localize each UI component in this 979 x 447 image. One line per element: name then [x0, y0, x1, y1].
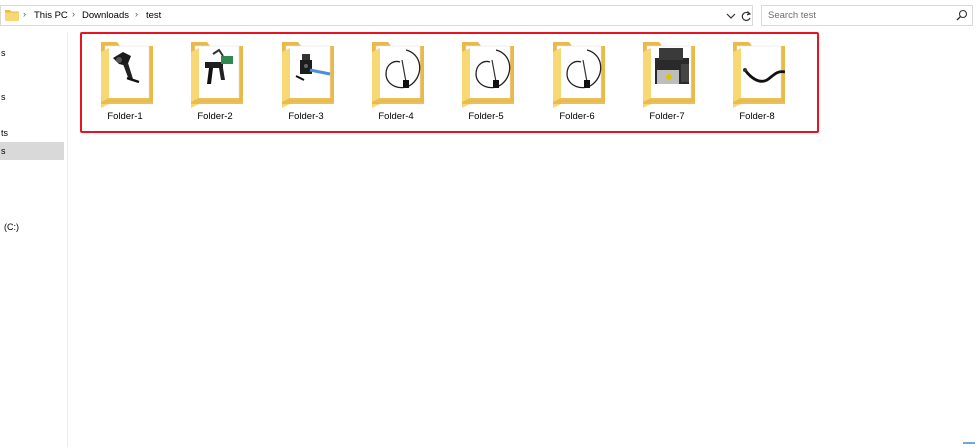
- folder-name-label: Folder-3: [288, 111, 324, 122]
- folder-thumbnail-icon: [101, 42, 153, 108]
- folder-name-label: Folder-5: [468, 111, 504, 122]
- folder-item[interactable]: Folder-1: [90, 40, 160, 128]
- nav-item[interactable]: s: [0, 88, 64, 106]
- folder-thumbnail-icon: [372, 42, 424, 108]
- search-input[interactable]: Search test: [761, 5, 973, 26]
- folder-name-label: Folder-8: [739, 111, 775, 122]
- folder-thumbnail-icon: [733, 42, 785, 108]
- folder-thumbnail-icon: [191, 42, 243, 108]
- chevron-down-icon[interactable]: [725, 9, 737, 23]
- nav-item[interactable]: s: [0, 44, 64, 62]
- folder-item[interactable]: Folder-8: [722, 40, 792, 128]
- search-placeholder: Search test: [768, 10, 817, 21]
- breadcrumb-this-pc[interactable]: This PC: [34, 10, 68, 21]
- folder-name-label: Folder-2: [197, 111, 233, 122]
- navigation-pane[interactable]: s s ts s (C:): [0, 32, 68, 447]
- nav-item[interactable]: ts: [0, 124, 64, 142]
- nav-item-selected[interactable]: s: [0, 142, 64, 160]
- refresh-icon[interactable]: [739, 8, 753, 24]
- folder-thumbnail-icon: [643, 42, 695, 108]
- address-bar[interactable]: › This PC › Downloads › test: [0, 5, 753, 26]
- breadcrumb-test[interactable]: test: [146, 10, 161, 21]
- folder-item[interactable]: Folder-7: [632, 40, 702, 128]
- folder-item[interactable]: Folder-2: [180, 40, 250, 128]
- breadcrumb-separator-icon[interactable]: ›: [72, 9, 75, 19]
- resize-grip: [963, 442, 975, 444]
- folder-name-label: Folder-7: [649, 111, 685, 122]
- folder-item[interactable]: Folder-6: [542, 40, 612, 128]
- folder-item[interactable]: Folder-4: [361, 40, 431, 128]
- folder-thumbnail-icon: [282, 42, 334, 108]
- nav-item-local-disk[interactable]: (C:): [0, 218, 64, 236]
- search-icon[interactable]: [956, 9, 968, 21]
- breadcrumb-separator-icon: ›: [23, 9, 26, 19]
- folder-item[interactable]: Folder-3: [271, 40, 341, 128]
- folder-thumbnail-icon: [462, 42, 514, 108]
- folder-thumbnail-icon: [553, 42, 605, 108]
- breadcrumb-downloads[interactable]: Downloads: [82, 10, 129, 21]
- folder-name-label: Folder-4: [378, 111, 414, 122]
- folder-name-label: Folder-6: [559, 111, 595, 122]
- folder-icon: [5, 10, 19, 21]
- folder-name-label: Folder-1: [107, 111, 143, 122]
- folder-item[interactable]: Folder-5: [451, 40, 521, 128]
- breadcrumb-separator-icon[interactable]: ›: [135, 9, 138, 19]
